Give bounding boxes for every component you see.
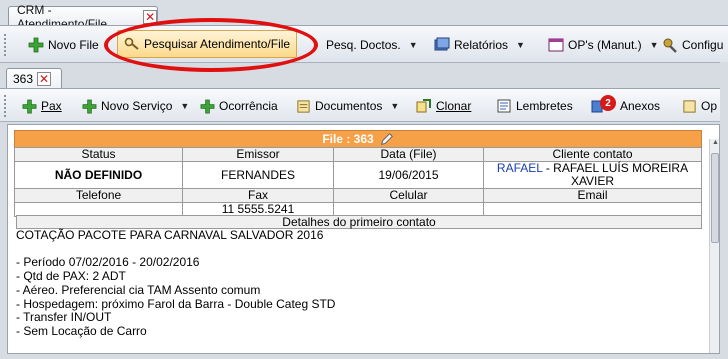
emissor-header: Emissor [182,147,334,162]
clone-icon [416,99,431,113]
outer-tab-strip: CRM -Atendimento/File ✕ [0,0,728,31]
pax-button[interactable]: Pax [22,93,62,119]
telefone-header: Telefone [14,188,183,203]
config-button[interactable]: Configu [662,32,723,58]
pencil-icon[interactable] [380,132,394,146]
notebook-icon [497,99,511,113]
relatorios-button[interactable]: Relatórios ▼ [434,32,525,58]
search-key-icon [124,37,139,50]
file-info-table: Status Emissor Data (File) Cliente conta… [14,147,702,217]
fax-header: Fax [182,188,334,203]
lembretes-button[interactable]: Lembretes [496,93,573,119]
document-icon [683,99,696,113]
window-scroll-edge [720,62,728,262]
plus-icon [28,37,44,53]
main-toolbar: Novo File Pesquisar Atendimento/File Pes… [0,25,728,63]
vertical-scrollbar[interactable]: ▲ [709,139,719,353]
op-button[interactable]: Op [682,93,717,119]
chevron-down-icon: ▼ [180,101,190,111]
pesq-doctos-button[interactable]: Pesq. Doctos. ▼ [326,32,418,58]
plus-icon [200,99,215,113]
ops-manut-button[interactable]: OP's (Manut.) ▼ [548,32,659,58]
file-title-bar: File : 363 [14,130,702,148]
status-header: Status [14,147,183,162]
email-header: Email [483,188,702,203]
toolbar-grip[interactable] [4,34,7,56]
report-icon [434,37,450,51]
scroll-up-icon[interactable]: ▲ [710,139,719,151]
file-toolbar: Pax Novo Serviço ▼ Ocorrência Documentos… [0,88,728,122]
close-icon[interactable]: ✕ [37,72,52,86]
tab-label: 363 [13,72,34,86]
detalhes-text: COTAÇÃO PACOTE PARA CARNAVAL SALVADOR 20… [16,228,336,338]
pesquisar-atendimento-button[interactable]: Pesquisar Atendimento/File [117,30,298,58]
ocorrencia-button[interactable]: Ocorrência [200,93,278,119]
data-header: Data (File) [333,147,484,162]
cliente-value: RAFAEL - RAFAEL LUÍS MOREIRA XAVIER [483,161,702,189]
window-icon [548,38,564,52]
novo-servico-button[interactable]: Novo Serviço ▼ [82,93,189,119]
celular-header: Celular [333,188,484,203]
scroll-thumb[interactable] [711,153,719,243]
chevron-down-icon: ▼ [516,40,525,50]
anexos-count-badge: 2 [600,95,616,111]
chevron-down-icon: ▼ [390,101,400,111]
tools-icon [663,38,677,53]
plus-icon [22,99,37,113]
detalhes-header: Detalhes do primeiro contato [16,215,702,229]
document-icon [297,99,310,113]
tab-file-363[interactable]: 363 ✕ [6,68,62,89]
novo-file-button[interactable]: Novo File [28,32,99,58]
clonar-button[interactable]: Clonar [416,93,471,119]
plus-icon [82,99,97,113]
chevron-down-icon: ▼ [649,40,659,50]
file-content-panel: File : 363 Status Emissor Data (File) Cl… [7,124,720,354]
status-value: NÃO DEFINIDO [14,161,183,189]
chevron-down-icon: ▼ [408,40,418,50]
cliente-link[interactable]: RAFAEL [497,161,543,175]
data-value: 19/06/2015 [333,161,484,189]
detalhes-section: Detalhes do primeiro contato COTAÇÃO PAC… [14,215,702,338]
tab-crm-atendimento[interactable]: CRM -Atendimento/File ✕ [8,3,158,31]
toolbar-grip[interactable] [4,95,7,117]
emissor-value: FERNANDES [182,161,334,189]
anexos-button[interactable]: 2 Anexos [590,93,660,119]
documentos-button[interactable]: Documentos ▼ [296,93,399,119]
inner-tab-strip: 363 ✕ [0,63,728,89]
close-icon[interactable]: ✕ [143,9,157,24]
cliente-header: Cliente contato [483,147,702,162]
